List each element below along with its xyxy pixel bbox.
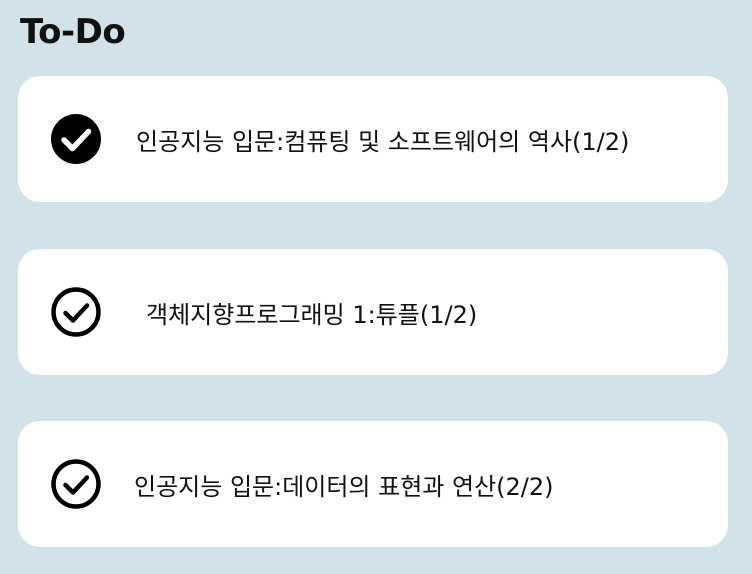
check-circle-outline-icon[interactable] bbox=[50, 458, 102, 510]
todo-item[interactable]: 객체지향프로그래밍 1:튜플(1/2) bbox=[18, 249, 728, 375]
page-title: To-Do bbox=[20, 12, 126, 52]
todo-item[interactable]: 인공지능 입문:데이터의 표현과 연산(2/2) bbox=[18, 421, 728, 547]
todo-label: 인공지능 입문:컴퓨팅 및 소프트웨어의 역사(1/2) bbox=[136, 127, 630, 156]
todo-label: 인공지능 입문:데이터의 표현과 연산(2/2) bbox=[134, 472, 554, 501]
todo-item[interactable]: 인공지능 입문:컴퓨팅 및 소프트웨어의 역사(1/2) bbox=[18, 76, 728, 202]
check-circle-outline-icon[interactable] bbox=[50, 286, 102, 338]
todo-label: 객체지향프로그래밍 1:튜플(1/2) bbox=[146, 300, 478, 329]
check-circle-filled-icon[interactable] bbox=[50, 113, 102, 165]
